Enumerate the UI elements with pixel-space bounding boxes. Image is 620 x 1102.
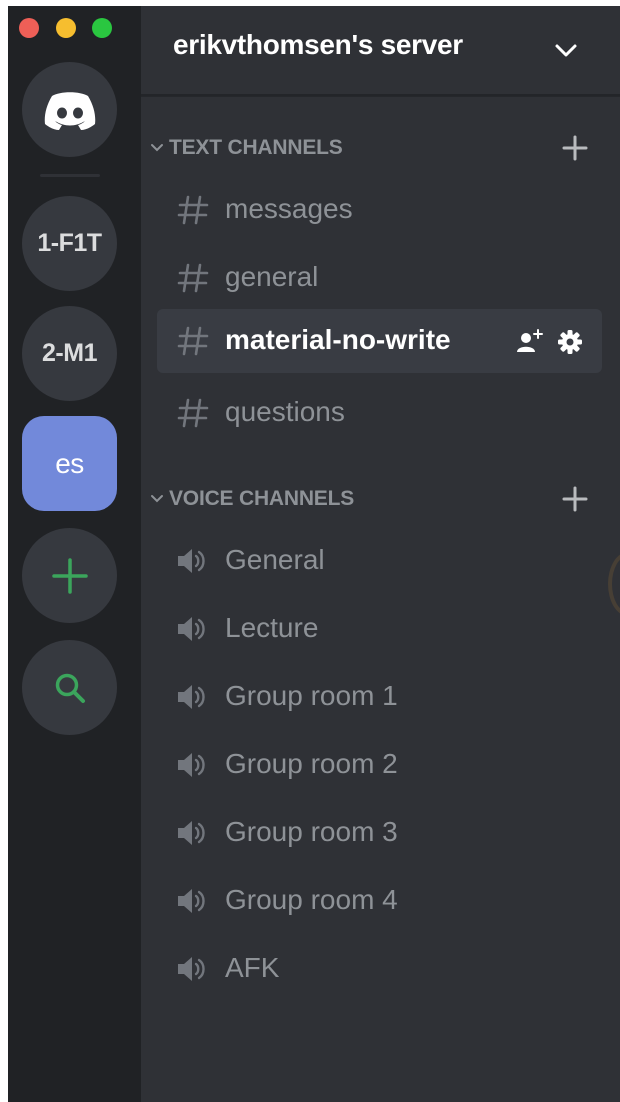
gear-icon [558, 330, 582, 354]
voice-channel-group-room-2[interactable]: Group room 2 [157, 733, 602, 797]
voice-channel-group-room-4[interactable]: Group room 4 [157, 869, 602, 933]
channel-general[interactable]: general [157, 246, 602, 310]
hash-icon [177, 195, 209, 225]
channel-label: Group room 3 [225, 816, 398, 847]
explore-servers-button[interactable] [22, 640, 117, 735]
channel-label: Group room 2 [225, 748, 398, 779]
server-icon-es[interactable]: es [22, 416, 117, 511]
hash-icon [177, 263, 209, 293]
server-icon-2-m1[interactable]: 2-M1 [22, 306, 117, 401]
edit-channel-button[interactable] [555, 327, 585, 357]
channel-label: material-no-write [225, 324, 451, 355]
discord-logo-icon [44, 91, 95, 130]
server-acronym: 2-M1 [42, 339, 97, 367]
plus-icon [51, 557, 88, 594]
voice-channel-general[interactable]: General [157, 529, 602, 593]
chevron-down-icon [151, 495, 163, 503]
channel-messages[interactable]: messages [157, 178, 602, 242]
create-channel-plus-icon[interactable] [559, 132, 591, 164]
create-invite-button[interactable] [515, 327, 545, 357]
chevron-down-icon[interactable] [551, 36, 581, 66]
channel-material-no-write[interactable]: material-no-write [157, 309, 602, 373]
minimize-window-button[interactable] [56, 18, 76, 38]
channel-questions[interactable]: questions [157, 381, 602, 445]
server-icon-1-f1t[interactable]: 1-F1T [22, 196, 117, 291]
server-acronym: es [55, 447, 84, 479]
close-window-button[interactable] [19, 18, 39, 38]
server-acronym: 1-F1T [37, 229, 102, 257]
create-channel-plus-icon[interactable] [559, 483, 591, 515]
speaker-icon [178, 549, 205, 573]
channel-label: Lecture [225, 612, 319, 643]
category-text-channels[interactable]: TEXT CHANNELS [149, 128, 619, 168]
discord-window: 1-F1T 2-M1 es erikvthomsen's server TEXT… [8, 6, 620, 1102]
hash-icon [177, 398, 209, 428]
server-name: erikvthomsen's server [173, 29, 463, 60]
server-rail: 1-F1T 2-M1 es [8, 6, 141, 1102]
add-user-icon [517, 329, 543, 352]
speaker-icon [178, 957, 205, 981]
server-header[interactable]: erikvthomsen's server [141, 6, 620, 96]
search-icon [55, 673, 85, 703]
voice-channel-group-room-3[interactable]: Group room 3 [157, 801, 602, 865]
channel-label: questions [225, 396, 345, 427]
category-label: TEXT CHANNELS [169, 136, 343, 159]
speaker-icon [178, 753, 205, 777]
voice-channel-lecture[interactable]: Lecture [157, 597, 602, 661]
channel-label: AFK [225, 952, 280, 983]
speaker-icon [178, 889, 205, 913]
category-label: VOICE CHANNELS [169, 487, 355, 510]
channel-label: messages [225, 193, 353, 224]
hash-icon [177, 326, 209, 356]
voice-channel-afk[interactable]: AFK [157, 937, 602, 1001]
chevron-down-icon [151, 144, 163, 152]
speaker-icon [178, 685, 205, 709]
channel-label: General [225, 544, 325, 575]
home-button[interactable] [22, 62, 117, 157]
speaker-icon [178, 617, 205, 641]
maximize-window-button[interactable] [92, 18, 112, 38]
category-voice-channels[interactable]: VOICE CHANNELS [149, 479, 619, 519]
rail-separator [40, 174, 100, 177]
channel-label: general [225, 261, 319, 292]
channel-actions [515, 327, 585, 357]
voice-channel-group-room-1[interactable]: Group room 1 [157, 665, 602, 729]
speaker-icon [178, 821, 205, 845]
channel-label: Group room 1 [225, 680, 398, 711]
add-server-button[interactable] [22, 528, 117, 623]
channel-label: Group room 4 [225, 884, 398, 915]
channel-sidebar: erikvthomsen's server TEXT CHANNELS mess… [141, 6, 620, 1102]
